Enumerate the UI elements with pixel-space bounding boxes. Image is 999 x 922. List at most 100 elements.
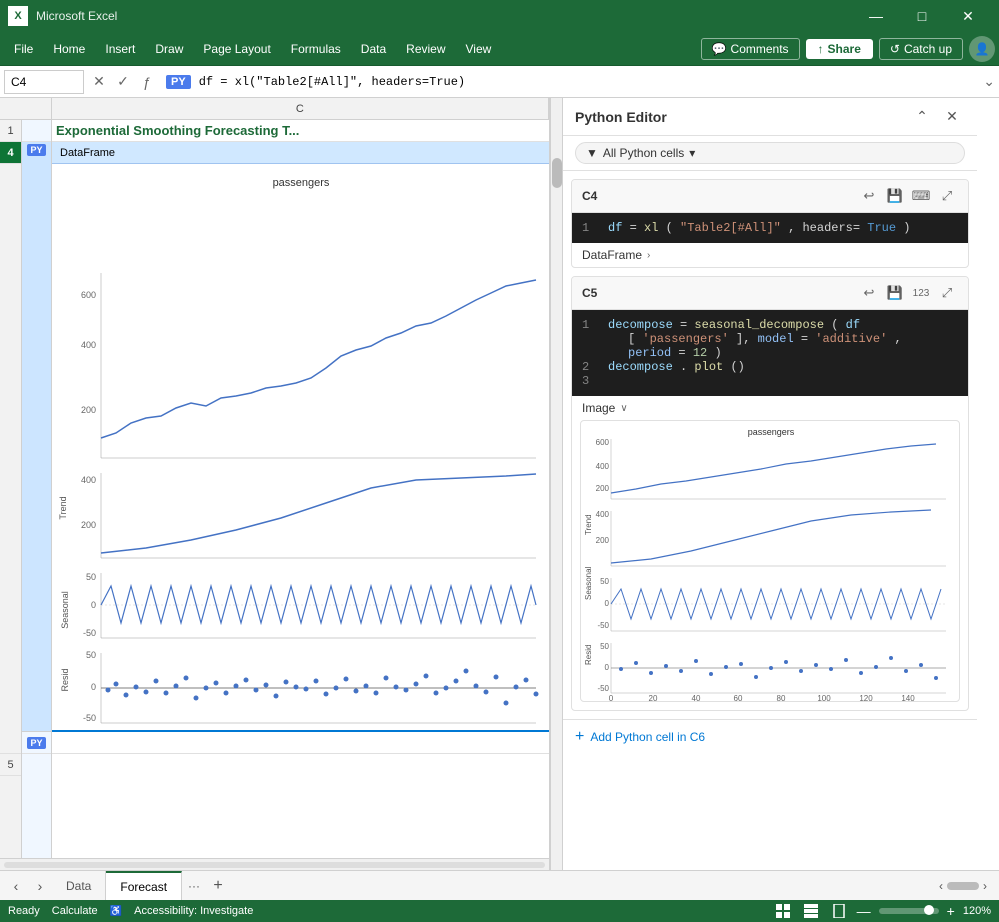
col-c: Exponential Smoothing Forecasting T... D… xyxy=(52,120,549,858)
c4-ref-button[interactable]: ⌨ xyxy=(910,185,932,207)
filter-icon: ▼ xyxy=(586,146,598,160)
formula-content[interactable]: df = xl("Table2[#All]", headers=True) xyxy=(199,75,980,89)
code-block-c5-header: C5 ↩ 💾 123 ⤢ xyxy=(572,277,968,310)
c5-ref-button[interactable]: 123 xyxy=(910,282,932,304)
share-button[interactable]: ↑ Share xyxy=(806,39,873,59)
svg-text:40: 40 xyxy=(692,694,701,701)
c4-undo-button[interactable]: ↩ xyxy=(858,185,880,207)
formula-cancel-icon[interactable]: ✕ xyxy=(88,71,110,93)
svg-text:60: 60 xyxy=(734,694,743,701)
menu-data[interactable]: Data xyxy=(351,38,396,60)
layout-view-button[interactable] xyxy=(801,902,821,920)
menu-insert[interactable]: Insert xyxy=(95,38,145,60)
c4-save-button[interactable]: 💾 xyxy=(884,185,906,207)
c4-line-1: 1 df = xl ( "Table2[#All]" , headers= Tr… xyxy=(582,221,958,235)
title-cell: Exponential Smoothing Forecasting T... xyxy=(52,120,549,142)
filter-chevron-icon: ▾ xyxy=(689,146,695,160)
panel-collapse-button[interactable]: ⌃ xyxy=(909,104,935,130)
statusbar: Ready Calculate ♿ Accessibility: Investi… xyxy=(0,900,999,922)
minimize-button[interactable]: — xyxy=(853,0,899,32)
svg-text:0: 0 xyxy=(609,694,614,701)
accessibility-status[interactable]: Accessibility: Investigate xyxy=(134,905,253,917)
col-b-row5: PY xyxy=(22,732,51,754)
svg-text:400: 400 xyxy=(596,462,610,471)
svg-text:Trend: Trend xyxy=(58,496,68,519)
svg-text:140: 140 xyxy=(901,694,915,701)
menu-file[interactable]: File xyxy=(4,38,43,60)
formula-confirm-icon[interactable]: ✓ xyxy=(112,71,134,93)
c4-actions: ↩ 💾 ⌨ ⤢ xyxy=(858,185,958,207)
grid-view-button[interactable] xyxy=(773,902,793,920)
menu-home[interactable]: Home xyxy=(43,38,95,60)
sheet-tab-more[interactable]: ··· xyxy=(182,871,206,900)
row-num-4-big xyxy=(0,164,21,754)
svg-text:0: 0 xyxy=(91,600,96,610)
svg-text:600: 600 xyxy=(596,438,610,447)
add-python-cell-button[interactable]: + Add Python cell in C6 xyxy=(563,719,977,754)
panel-close-button[interactable]: ✕ xyxy=(939,104,965,130)
c5-line-1: 1 decompose = seasonal_decompose ( df xyxy=(582,318,958,332)
page-view-button[interactable] xyxy=(829,902,849,920)
panel-title: Python Editor xyxy=(575,109,909,125)
zoom-thumb xyxy=(924,905,934,915)
svg-text:200: 200 xyxy=(596,536,610,545)
vscroll[interactable] xyxy=(550,98,562,870)
menu-draw[interactable]: Draw xyxy=(145,38,193,60)
svg-text:0: 0 xyxy=(91,682,96,692)
menu-pagelayout[interactable]: Page Layout xyxy=(193,38,280,60)
scroll-right-arrow[interactable]: › xyxy=(983,879,987,893)
calculate-status: Calculate xyxy=(52,905,98,917)
vscroll-thumb[interactable] xyxy=(552,158,562,188)
sheet-scroll-left[interactable]: ‹ xyxy=(4,871,28,900)
c5-output-chevron-icon: ∨ xyxy=(620,403,627,414)
expand-formula-button[interactable]: ⌄ xyxy=(983,73,995,90)
c5-output-label: Image xyxy=(582,401,615,415)
row-num-1: 1 xyxy=(0,120,21,142)
close-button[interactable]: ✕ xyxy=(945,0,991,32)
menu-view[interactable]: View xyxy=(456,38,502,60)
row-num-5: 5 xyxy=(0,754,21,776)
zoom-slider[interactable] xyxy=(879,908,939,914)
app-icon: X xyxy=(8,6,28,26)
c5-line-2: 2 decompose . plot () xyxy=(582,360,958,374)
zoom-minus-button[interactable]: — xyxy=(857,903,871,919)
scroll-left-arrow[interactable]: ‹ xyxy=(939,879,943,893)
sheet-tab-data[interactable]: Data xyxy=(52,871,106,900)
catchup-button[interactable]: ↺ Catch up xyxy=(879,38,963,60)
statusbar-right: — + 120% xyxy=(773,902,991,920)
c5-expand-button[interactable]: ⤢ xyxy=(936,282,958,304)
c4-expand-button[interactable]: ⤢ xyxy=(936,185,958,207)
svg-text:Seasonal: Seasonal xyxy=(60,591,70,629)
all-python-cells-filter[interactable]: ▼ All Python cells ▾ xyxy=(575,142,965,164)
scroll-thumb xyxy=(947,882,979,890)
formula-insert-icon[interactable]: ƒ xyxy=(136,71,158,93)
c5-save-button[interactable]: 💾 xyxy=(884,282,906,304)
user-avatar[interactable]: 👤 xyxy=(969,36,995,62)
c5-code-content[interactable]: 1 decompose = seasonal_decompose ( df [ xyxy=(572,310,968,396)
svg-text:50: 50 xyxy=(86,572,96,582)
svg-text:200: 200 xyxy=(81,405,96,415)
zoom-plus-button[interactable]: + xyxy=(947,903,955,919)
sheet-scroll-right[interactable]: › xyxy=(28,871,52,900)
maximize-button[interactable]: □ xyxy=(899,0,945,32)
svg-text:600: 600 xyxy=(81,290,96,300)
hscroll-area[interactable] xyxy=(0,858,549,870)
cell-reference[interactable]: C4 xyxy=(4,70,84,94)
menu-formulas[interactable]: Formulas xyxy=(281,38,351,60)
comments-button[interactable]: 💬 Comments xyxy=(701,38,800,60)
col-b-row1 xyxy=(22,120,51,142)
sheet-tab-forecast[interactable]: Forecast xyxy=(106,871,182,900)
sheet-tab-add[interactable]: + xyxy=(206,871,230,900)
svg-text:80: 80 xyxy=(777,694,786,701)
row-numbers-column: 1 4 5 xyxy=(0,120,22,858)
c5-output-bar[interactable]: Image ∨ xyxy=(572,396,968,420)
c5-undo-button[interactable]: ↩ xyxy=(858,282,880,304)
svg-text:Trend: Trend xyxy=(584,514,593,535)
spreadsheet: C 1 4 5 PY PY xyxy=(0,98,550,870)
panel-content: C4 ↩ 💾 ⌨ ⤢ 1 df = xl xyxy=(563,171,977,870)
c4-output-chevron: › xyxy=(647,250,650,261)
c4-output-bar[interactable]: DataFrame › xyxy=(572,243,968,267)
c4-code-content[interactable]: 1 df = xl ( "Table2[#All]" , headers= Tr… xyxy=(572,213,968,243)
svg-text:passengers: passengers xyxy=(748,427,795,437)
menu-review[interactable]: Review xyxy=(396,38,455,60)
